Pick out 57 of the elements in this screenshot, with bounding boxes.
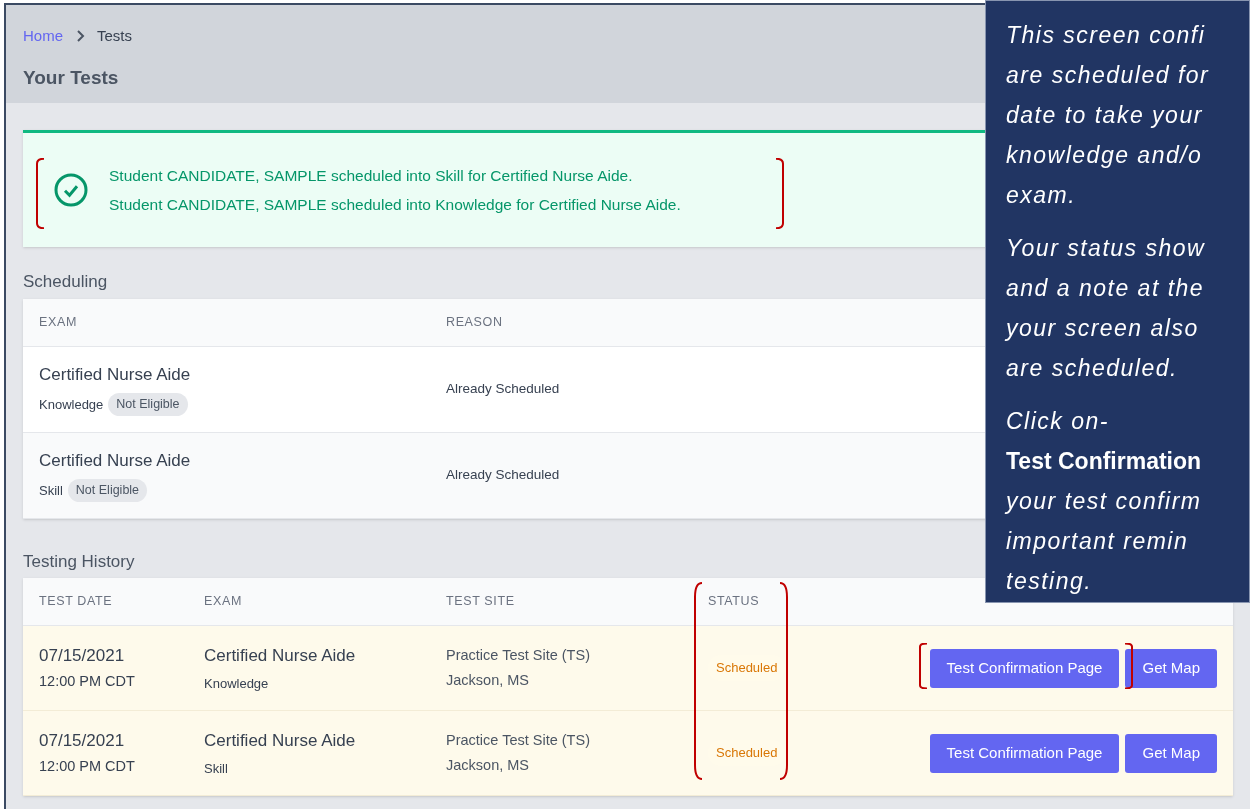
callout-text: are scheduled. xyxy=(1006,354,1179,383)
exam-name: Certified Nurse Aide xyxy=(39,363,192,386)
callout-text: knowledge and/o xyxy=(1006,141,1204,170)
column-header: STATUS xyxy=(708,593,761,611)
callout-text: date to take your xyxy=(1006,101,1204,130)
test-date: 07/15/2021 xyxy=(39,729,126,752)
callout-text: your screen also xyxy=(1006,314,1200,343)
confirmation-page-button[interactable]: Test Confirmation Page xyxy=(929,648,1120,688)
exam-name: Certified Nurse Aide xyxy=(39,449,192,472)
reason-text: Already Scheduled xyxy=(446,465,560,484)
status-badge: Not Eligible xyxy=(108,393,188,417)
bracket-mark xyxy=(35,158,45,229)
map-button[interactable]: Get Map xyxy=(1125,648,1217,688)
exam-name: Certified Nurse Aide xyxy=(204,729,357,752)
bracket-mark xyxy=(1124,643,1134,689)
page-title: Your Tests xyxy=(23,65,119,90)
column-header: TEST SITE xyxy=(446,593,516,611)
bracket-mark xyxy=(918,643,928,689)
callout-text: important remin xyxy=(1006,527,1190,556)
test-date: 07/15/2021 xyxy=(39,644,126,667)
bracket-mark xyxy=(775,158,785,229)
callout-text: exam. xyxy=(1006,181,1078,210)
column-header: TEST DATE xyxy=(39,593,114,611)
site-location: Jackson, MS xyxy=(446,755,530,775)
section-title: Scheduling xyxy=(23,271,108,293)
callout-text: This screen confi xyxy=(1006,21,1207,50)
test-time: 12:00 PM CDT xyxy=(39,757,136,777)
alert-message: Student CANDIDATE, SAMPLE scheduled into Skill for Certified Nurse Aide. xyxy=(109,165,634,186)
exam-type: Knowledge xyxy=(39,396,104,414)
check-circle-icon xyxy=(53,172,89,208)
exam-type: Skill xyxy=(204,760,229,778)
exam-name: Certified Nurse Aide xyxy=(204,644,357,667)
callout-text: and a note at the xyxy=(1006,274,1206,303)
status-badge: Not Eligible xyxy=(67,479,148,503)
test-site: Practice Test Site (TS) xyxy=(446,645,591,665)
callout-text: are scheduled for xyxy=(1006,61,1211,90)
exam-type: Knowledge xyxy=(204,675,270,693)
chevron-right-icon xyxy=(75,30,85,43)
column-header: EXAM xyxy=(204,593,243,611)
breadcrumb-current: Tests xyxy=(97,26,133,46)
breadcrumb-link[interactable]: Home xyxy=(23,25,63,48)
callout-text: Click on- xyxy=(1006,407,1110,436)
callout-text: testing. xyxy=(1006,567,1094,596)
exam-type: Skill xyxy=(39,482,63,500)
callout-text: your test confirm xyxy=(1006,487,1203,516)
column-header: EXAM xyxy=(39,313,78,331)
callout-text: Your status show xyxy=(1006,234,1207,263)
site-location: Jackson, MS xyxy=(446,670,530,690)
callout-text: Test Confirmation xyxy=(1006,447,1203,476)
test-time: 12:00 PM CDT xyxy=(39,672,136,692)
reason-text: Already Scheduled xyxy=(446,379,560,398)
section-title: Testing History xyxy=(23,550,135,573)
alert-message: Student CANDIDATE, SAMPLE scheduled into Knowledge for Certified Nurse Aide. xyxy=(109,195,681,215)
map-button[interactable]: Get Map xyxy=(1125,733,1217,773)
confirmation-page-button[interactable]: Test Confirmation Page xyxy=(929,733,1120,773)
column-header: REASON xyxy=(446,313,503,331)
test-site: Practice Test Site (TS) xyxy=(446,730,591,750)
